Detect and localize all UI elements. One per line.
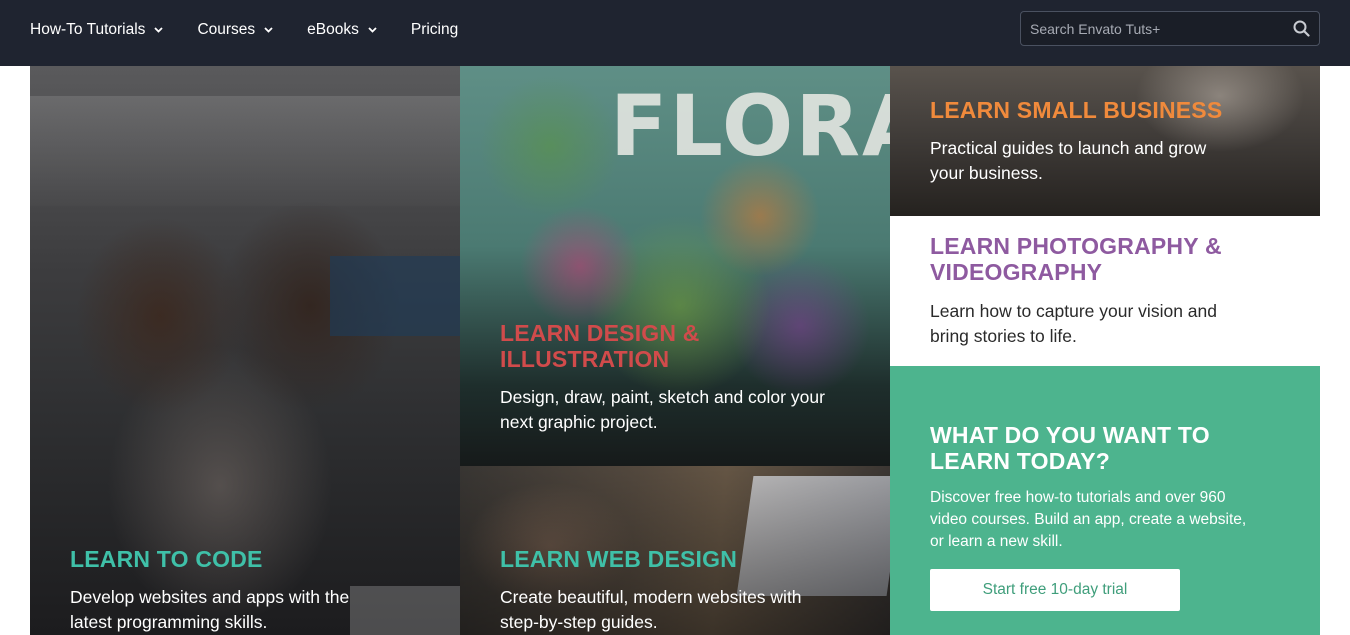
tile-description: Practical guides to launch and grow your…: [930, 138, 1207, 183]
search-box: [1020, 11, 1320, 46]
background-photo-monitor: [330, 256, 460, 336]
main-nav: How-To Tutorials Courses eBooks Pricing: [30, 0, 492, 60]
cta-title: WHAT DO YOU WANT TO LEARN TODAY?: [930, 422, 1210, 474]
nav-item-label: Pricing: [410, 21, 459, 38]
tile-learn-photography-videography[interactable]: LEARN PHOTOGRAPHY & VIDEOGRAPHY Learn ho…: [890, 216, 1320, 366]
tile-learn-small-business[interactable]: LEARN SMALL BUSINESS Practical guides to…: [890, 66, 1320, 216]
tile-description: Design, draw, paint, sketch and color yo…: [500, 387, 825, 432]
background-photo-window: [30, 96, 460, 206]
nav-item-courses[interactable]: Courses: [197, 21, 273, 39]
tile-learn-to-code[interactable]: LEARN TO CODE Develop websites and apps …: [30, 66, 460, 635]
tile-title: LEARN TO CODE: [70, 546, 263, 572]
cta-panel: WHAT DO YOU WANT TO LEARN TODAY? Discove…: [890, 366, 1320, 635]
search-icon[interactable]: [1283, 12, 1319, 45]
chevron-down-icon: [264, 27, 273, 33]
chevron-down-icon: [154, 27, 164, 33]
nav-item-how-to-tutorials[interactable]: How-To Tutorials: [30, 21, 164, 39]
tile-title: LEARN WEB DESIGN: [500, 546, 738, 572]
tile-title: LEARN SMALL BUSINESS: [930, 97, 1223, 123]
cta-description: Discover free how-to tutorials and over …: [930, 489, 1247, 550]
nav-item-label: eBooks: [307, 21, 359, 38]
nav-item-pricing[interactable]: Pricing: [411, 21, 458, 39]
start-free-trial-button[interactable]: Start free 10-day trial: [930, 569, 1180, 611]
chevron-down-icon: [368, 27, 377, 33]
tile-learn-web-design[interactable]: LEARN WEB DESIGN Create beautiful, moder…: [460, 466, 890, 635]
tile-title: LEARN PHOTOGRAPHY & VIDEOGRAPHY: [930, 233, 1222, 285]
tile-description: Learn how to capture your vision and bri…: [930, 301, 1217, 346]
nav-item-label: Courses: [197, 21, 256, 38]
nav-item-ebooks[interactable]: eBooks: [307, 21, 377, 39]
top-navigation-bar: How-To Tutorials Courses eBooks Pricing: [0, 0, 1350, 66]
search-input[interactable]: [1021, 12, 1283, 45]
tile-description: Develop websites and apps with the lates…: [70, 587, 350, 632]
tile-learn-design-illustration[interactable]: FLORAL LEARN DESIGN & ILLUSTRATION Desig…: [460, 66, 890, 466]
tile-title: LEARN DESIGN & ILLUSTRATION: [500, 320, 700, 372]
nav-item-label: How-To Tutorials: [30, 21, 146, 38]
floral-artwork-lettering: FLORAL: [610, 77, 890, 175]
tile-description: Create beautiful, modern websites with s…: [500, 587, 802, 632]
